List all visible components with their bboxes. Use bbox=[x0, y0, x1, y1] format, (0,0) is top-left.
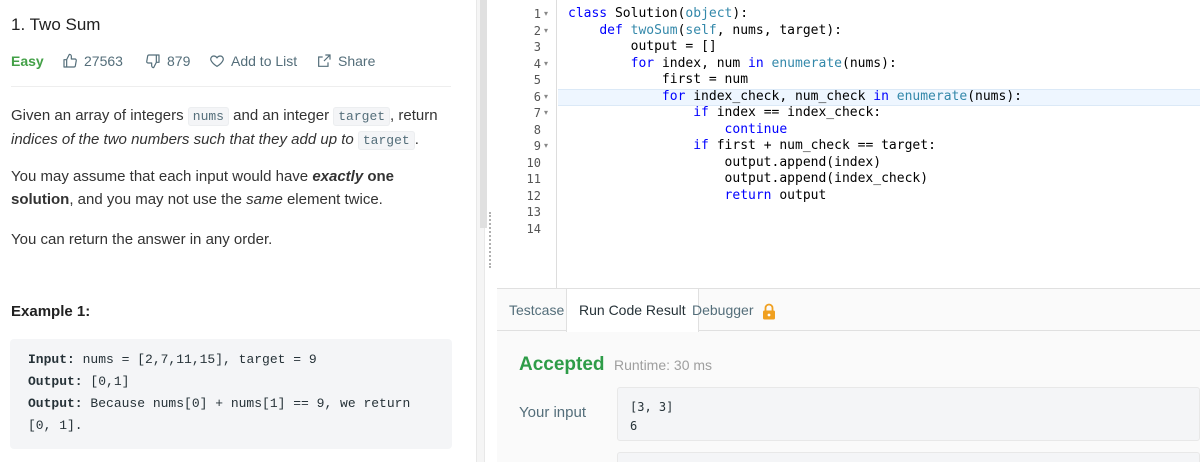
example-explanation-value: Because nums[0] + nums[1] == 9, we retur… bbox=[82, 396, 411, 411]
left-panel-scrollbar[interactable] bbox=[480, 0, 487, 228]
desc-text: and an integer bbox=[228, 107, 334, 124]
code-line[interactable]: if index == index_check: bbox=[568, 105, 881, 122]
description-paragraph-3: You can return the answer in any order. bbox=[11, 231, 273, 248]
line-number: 14 bbox=[526, 221, 541, 236]
line-number: 11 bbox=[526, 172, 541, 186]
example-output-value: [0,1] bbox=[82, 374, 130, 389]
tab-debugger[interactable]: Debugger bbox=[680, 289, 789, 331]
fold-toggle-icon[interactable]: ▾ bbox=[544, 23, 548, 40]
desc-bold-italic: exactly bbox=[312, 168, 364, 185]
code-line[interactable]: if first + num_check == target: bbox=[568, 138, 936, 155]
code-editor[interactable]: 1 ▾ 2 ▾ 3 4 ▾ 5 6 ▾ 7 ▾ 8 9 ▾ 10 11 12 13 14 class Solution… bbox=[497, 0, 1200, 288]
example-input-label: Input: bbox=[28, 352, 75, 367]
line-number: 12 bbox=[526, 188, 541, 203]
likes-count: 27563 bbox=[84, 53, 123, 69]
difficulty-badge: Easy bbox=[11, 53, 44, 69]
line-number: 6 bbox=[533, 89, 541, 104]
console-panel: Testcase Run Code Result Debugger Accept… bbox=[497, 288, 1200, 462]
code-line[interactable]: output.append(index_check) bbox=[568, 171, 929, 188]
example-explanation-label: Output: bbox=[28, 396, 83, 411]
runtime-text: Runtime: 30 ms bbox=[614, 357, 713, 373]
line-number-gutter: 1 ▾ 2 ▾ 3 4 ▾ 5 6 ▾ 7 ▾ 8 9 ▾ 10 11 12 13 14 bbox=[497, 0, 557, 288]
fold-toggle-icon[interactable]: ▾ bbox=[544, 105, 548, 122]
inline-code: target bbox=[333, 107, 391, 126]
share-button[interactable]: Share bbox=[316, 52, 375, 70]
example-input-value: nums = [2,7,11,15], target = 9 bbox=[74, 352, 317, 367]
desc-text: element twice. bbox=[282, 191, 383, 208]
description-paragraph-2: You may assume that each input would hav… bbox=[11, 165, 451, 211]
problem-meta-bar: Easy 27563 879 Add to List Share bbox=[11, 52, 471, 70]
code-line[interactable]: class Solution(object): bbox=[568, 6, 748, 23]
share-label: Share bbox=[338, 53, 376, 69]
fold-toggle-icon[interactable]: ▾ bbox=[544, 56, 548, 73]
code-line[interactable]: def twoSum(self, nums, target): bbox=[568, 23, 842, 40]
like-button[interactable]: 27563 bbox=[62, 52, 123, 70]
result-status: Accepted bbox=[519, 354, 605, 375]
your-input-label: Your input bbox=[519, 404, 587, 421]
thumbs-down-icon bbox=[146, 54, 160, 69]
input-line: 6 bbox=[630, 419, 638, 433]
line-number: 2 bbox=[533, 23, 541, 38]
heart-icon bbox=[210, 55, 224, 68]
inline-code: nums bbox=[187, 107, 229, 126]
desc-text: , return bbox=[390, 107, 438, 124]
desc-text: , and you may not use the bbox=[69, 191, 247, 208]
code-line[interactable]: for index, num in enumerate(nums): bbox=[568, 56, 897, 73]
desc-italic: indices of the two numbers such that the… bbox=[11, 131, 358, 148]
fold-toggle-icon[interactable]: ▾ bbox=[544, 89, 548, 106]
line-number: 9 bbox=[533, 139, 541, 153]
line-number: 10 bbox=[526, 155, 541, 170]
splitter-handle[interactable] bbox=[489, 212, 491, 268]
code-line[interactable]: output = [] bbox=[568, 39, 717, 56]
example-box: Input: nums = [2,7,11,15], target = 9 Ou… bbox=[10, 339, 452, 449]
description-paragraph-1: Given an array of integers nums and an i… bbox=[11, 104, 451, 152]
dislikes-count: 879 bbox=[167, 53, 191, 69]
problem-panel: 1. Two Sum Easy 27563 879 Add to List Sh… bbox=[0, 0, 476, 462]
tab-run-code-result[interactable]: Run Code Result bbox=[566, 289, 699, 332]
code-line[interactable]: first = num bbox=[568, 72, 748, 89]
input-line: [3, 3] bbox=[630, 400, 674, 414]
line-number: 7 bbox=[533, 106, 541, 120]
line-number: 5 bbox=[533, 73, 541, 87]
code-line[interactable]: continue bbox=[568, 122, 788, 139]
add-to-list-button[interactable]: Add to List bbox=[209, 52, 297, 70]
example-explanation-line: Output: Because nums[0] + nums[1] == 9, … bbox=[28, 393, 452, 415]
divider bbox=[11, 86, 451, 87]
line-number: 3 bbox=[533, 40, 541, 54]
input-value-box: [3, 3] 6 bbox=[617, 387, 1200, 441]
fold-toggle-icon[interactable]: ▾ bbox=[544, 138, 548, 155]
desc-italic: same bbox=[246, 191, 283, 208]
thumbs-up-icon bbox=[63, 53, 77, 68]
example-input-line: Input: nums = [2,7,11,15], target = 9 bbox=[28, 349, 452, 371]
desc-text: . bbox=[414, 131, 419, 148]
tab-testcase[interactable]: Testcase bbox=[497, 289, 576, 331]
output-value-box bbox=[617, 452, 1200, 462]
line-number: 13 bbox=[526, 205, 541, 219]
code-line[interactable]: for index_check, num_check in enumerate(… bbox=[568, 89, 1022, 106]
share-icon bbox=[318, 54, 331, 67]
console-tabs: Testcase Run Code Result Debugger bbox=[497, 289, 1200, 332]
tab-debugger-label: Debugger bbox=[692, 302, 754, 318]
example-explanation-cont: [0, 1]. bbox=[28, 418, 83, 433]
line-number: 1 bbox=[533, 7, 541, 21]
code-line[interactable]: output.append(index) bbox=[568, 155, 882, 172]
add-to-list-label: Add to List bbox=[231, 53, 298, 69]
inline-code: target bbox=[357, 131, 415, 150]
example-output-label: Output: bbox=[28, 374, 83, 389]
lock-icon bbox=[763, 303, 776, 320]
line-number: 8 bbox=[533, 122, 541, 137]
code-line[interactable]: return output bbox=[568, 188, 827, 205]
dislike-button[interactable]: 879 bbox=[145, 52, 190, 70]
fold-toggle-icon[interactable]: ▾ bbox=[544, 6, 548, 23]
line-number: 4 bbox=[533, 56, 541, 71]
example-output-line: Output: [0,1] bbox=[28, 371, 452, 393]
desc-text: Given an array of integers bbox=[11, 107, 188, 124]
desc-text: You may assume that each input would hav… bbox=[11, 168, 313, 185]
problem-title: 1. Two Sum bbox=[11, 15, 101, 34]
example-title: Example 1: bbox=[11, 303, 91, 320]
